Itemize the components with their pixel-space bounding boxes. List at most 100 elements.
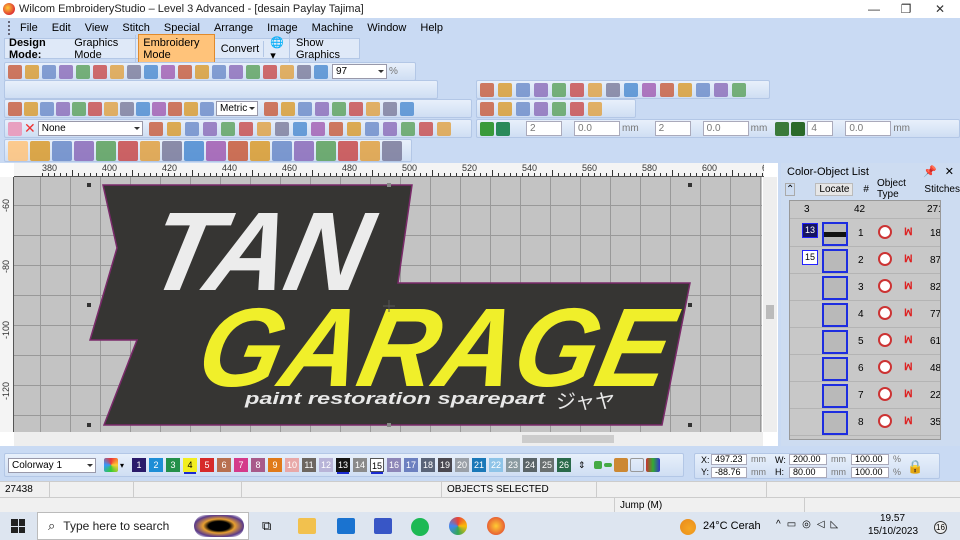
windows-start-icon[interactable] xyxy=(11,519,25,533)
stitch-list-icon[interactable] xyxy=(298,101,312,116)
color-select[interactable]: None xyxy=(37,121,143,136)
pin-icon[interactable]: 📌 xyxy=(923,165,937,178)
height-input[interactable]: 80.00 xyxy=(789,467,827,478)
show-all-icon[interactable] xyxy=(280,64,294,79)
y-position-input[interactable]: -88.76 xyxy=(711,467,747,478)
manual-icon[interactable] xyxy=(88,101,102,116)
object-row[interactable]: 6 ꟽ 48 xyxy=(790,355,940,382)
auto-fabric-icon[interactable] xyxy=(480,121,494,136)
redo-icon[interactable] xyxy=(498,82,512,97)
menu-edit[interactable]: Edit xyxy=(52,22,71,34)
embroidery-design[interactable]: TAN GARAGE paint restoration sparepart ジ… xyxy=(14,177,762,432)
offset-spin[interactable]: 0.0 xyxy=(702,121,749,136)
palette-icon[interactable] xyxy=(292,121,307,136)
menu-window[interactable]: Window xyxy=(367,22,406,34)
circle-tool-icon[interactable] xyxy=(206,140,226,161)
pattern-fill-icon[interactable] xyxy=(436,121,451,136)
palette-color-22[interactable]: 22 xyxy=(489,458,504,472)
palette-color-5[interactable]: 5 xyxy=(200,458,215,472)
zoom-out-icon[interactable] xyxy=(314,64,328,79)
assign-color-icon[interactable] xyxy=(613,458,628,472)
column-number[interactable]: # xyxy=(863,184,869,195)
undo-icon[interactable] xyxy=(212,64,226,79)
branch-icon[interactable] xyxy=(202,121,217,136)
grid-view-icon[interactable] xyxy=(281,101,295,116)
fabric-icon[interactable] xyxy=(264,101,278,116)
task-view-icon[interactable]: ⧉ xyxy=(262,518,271,534)
tray-icons[interactable]: ^▭◎◁◺ xyxy=(776,519,844,530)
restore-button[interactable]: ❐ xyxy=(890,0,922,18)
palette-color-4[interactable]: 4 xyxy=(183,458,198,472)
freehand-icon[interactable] xyxy=(96,140,116,161)
insert-icon[interactable] xyxy=(480,101,494,116)
palette-color-23[interactable]: 23 xyxy=(506,458,521,472)
angle-spin[interactable]: 2 xyxy=(654,121,691,136)
toolbar-grip[interactable] xyxy=(8,20,11,35)
print-preview-icon[interactable] xyxy=(76,64,90,79)
sel1-icon[interactable] xyxy=(498,101,512,116)
palette-color-10[interactable]: 10 xyxy=(285,458,300,472)
distribute-h-icon[interactable] xyxy=(678,82,692,97)
orange-icon[interactable] xyxy=(570,101,584,116)
seq2-icon[interactable] xyxy=(184,121,199,136)
threads-icon[interactable] xyxy=(645,458,660,472)
palette-color-16[interactable]: 16 xyxy=(387,458,402,472)
add-color-icon[interactable] xyxy=(593,461,602,469)
collapse-all-icon[interactable]: ⌃ xyxy=(785,182,796,196)
design-canvas[interactable]: TAN GARAGE paint restoration sparepart ジ… xyxy=(14,177,762,432)
tie-in-icon[interactable] xyxy=(775,121,790,136)
palette-color-8[interactable]: 8 xyxy=(251,458,266,472)
weather-text[interactable]: 24°C Cerah xyxy=(703,520,761,532)
split-icon[interactable] xyxy=(382,140,402,161)
menu-special[interactable]: Special xyxy=(164,22,200,34)
warp-icon[interactable] xyxy=(118,140,138,161)
palette-color-1[interactable]: 1 xyxy=(132,458,147,472)
zoom-box-icon[interactable] xyxy=(263,64,277,79)
parallel-icon[interactable] xyxy=(360,140,380,161)
card-icon[interactable] xyxy=(127,64,141,79)
clock-date[interactable]: 15/10/2023 xyxy=(868,526,918,537)
export-icon[interactable] xyxy=(59,64,73,79)
pointer-icon[interactable] xyxy=(400,101,414,116)
sel2-icon[interactable] xyxy=(516,101,530,116)
palette-color-21[interactable]: 21 xyxy=(472,458,487,472)
palette-color-17[interactable]: 17 xyxy=(404,458,419,472)
menu-help[interactable]: Help xyxy=(420,22,443,34)
dots-icon[interactable] xyxy=(274,121,289,136)
offset-icon[interactable] xyxy=(316,140,336,161)
run-icon[interactable] xyxy=(56,101,70,116)
palette-color-24[interactable]: 24 xyxy=(523,458,538,472)
print-icon[interactable] xyxy=(93,64,107,79)
align-top-icon[interactable] xyxy=(624,82,638,97)
menu-arrange[interactable]: Arrange xyxy=(214,22,253,34)
width-percent-input[interactable]: 100.00 xyxy=(851,454,889,465)
object-row[interactable]: 5 ꟽ 61 xyxy=(790,328,940,355)
red-dot-icon[interactable] xyxy=(310,121,325,136)
chain-icon[interactable] xyxy=(220,121,235,136)
zoom-in-icon[interactable] xyxy=(297,64,311,79)
outline-icon[interactable] xyxy=(40,101,54,116)
menu-file[interactable]: File xyxy=(20,22,38,34)
lettering-icon[interactable] xyxy=(250,140,270,161)
zoom-input[interactable]: 97 xyxy=(332,64,387,79)
palette-color-15[interactable]: 15 xyxy=(370,458,385,472)
clock-time[interactable]: 19.57 xyxy=(880,513,905,524)
color-wheel-icon[interactable] xyxy=(148,121,163,136)
palette-color-9[interactable]: 9 xyxy=(268,458,283,472)
copy-icon[interactable] xyxy=(178,64,192,79)
column-object-type[interactable]: Object Type xyxy=(877,178,918,200)
mail-icon[interactable] xyxy=(337,518,355,534)
emboss-icon[interactable] xyxy=(168,101,182,116)
minimize-button[interactable]: — xyxy=(858,0,890,18)
align-bottom-icon[interactable] xyxy=(660,82,674,97)
digitize-icon[interactable] xyxy=(52,140,72,161)
palette-color-2[interactable]: 2 xyxy=(149,458,164,472)
pattern-icon[interactable] xyxy=(332,101,346,116)
redo-icon[interactable] xyxy=(229,64,243,79)
show-graphics-button[interactable]: Show Graphics xyxy=(292,35,357,63)
align-left-icon[interactable] xyxy=(570,82,584,97)
close-button[interactable]: ✕ xyxy=(924,0,956,18)
palette-color-19[interactable]: 19 xyxy=(438,458,453,472)
arch-icon[interactable] xyxy=(228,140,248,161)
node-icon[interactable] xyxy=(366,101,380,116)
